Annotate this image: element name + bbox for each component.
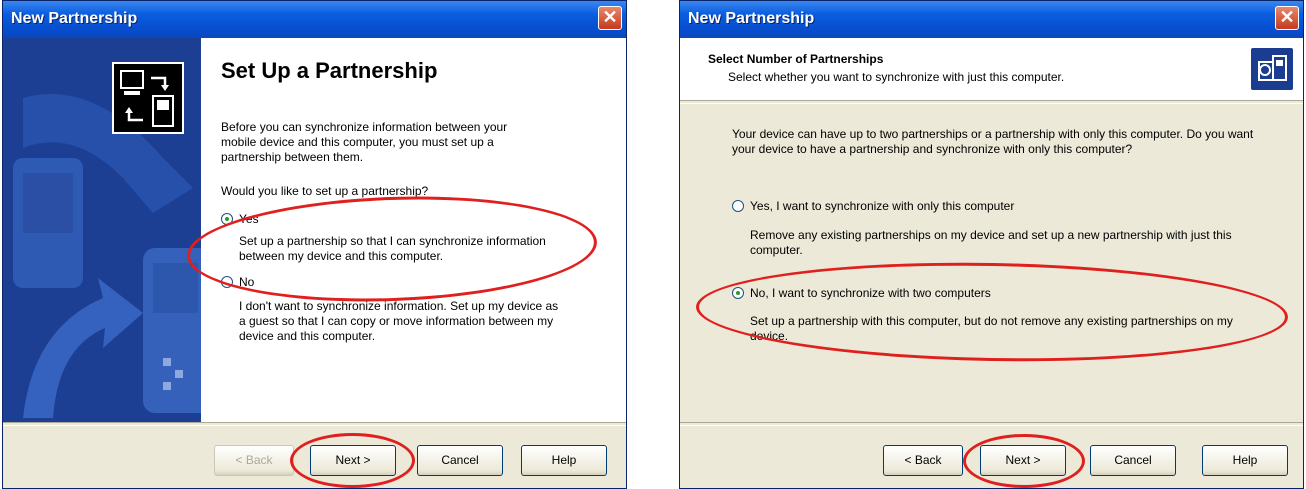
two-computers-radio[interactable] [732,287,744,299]
yes-radio[interactable] [221,213,233,225]
header-separator [680,100,1303,104]
wizard-header: Select Number of Partnerships Select whe… [680,38,1303,100]
new-partnership-dialog-setup: New Partnership ✕ Set Up a Partnership B… [2,0,627,489]
sync-devices-icon [1251,48,1293,90]
header-subtitle: Select whether you want to synchronize w… [728,70,1065,84]
two-computers-label[interactable]: No, I want to synchronize with two compu… [750,286,991,300]
close-button[interactable]: ✕ [598,6,622,30]
next-button[interactable]: Next > [980,445,1066,476]
title-bar: New Partnership ✕ [680,1,1303,38]
cancel-button[interactable]: Cancel [1090,445,1176,476]
help-button[interactable]: Help [1202,445,1288,476]
no-radio[interactable] [221,276,233,288]
cancel-button[interactable]: Cancel [417,445,503,476]
window-title: New Partnership [688,10,815,27]
page-title: Set Up a Partnership [221,58,438,83]
annotation-circle-two-computers-option [695,257,1289,367]
back-button[interactable]: < Back [883,445,963,476]
footer-separator [680,422,1303,426]
no-description: I don't want to synchronize information.… [239,299,559,343]
two-computers-description: Set up a partnership with this computer,… [750,314,1233,343]
close-button[interactable]: ✕ [1275,6,1299,30]
content-panel: Set Up a Partnership Before you can sync… [201,38,626,422]
computer-device-sync-icon [112,62,184,134]
intro-text: Before you can synchronize information b… [221,120,508,164]
only-this-computer-label[interactable]: Yes, I want to synchronize with only thi… [750,199,1014,213]
sync-illustration [3,38,201,422]
yes-description: Set up a partnership so that I can synch… [239,234,546,263]
header-title: Select Number of Partnerships [708,52,884,66]
window-title: New Partnership [11,10,138,27]
title-bar: New Partnership ✕ [3,1,626,38]
question-text: Would you like to set up a partnership? [221,184,429,198]
no-label[interactable]: No [239,275,254,289]
only-this-computer-radio[interactable] [732,200,744,212]
help-button[interactable]: Help [521,445,607,476]
yes-label[interactable]: Yes [239,212,259,226]
intro-text: Your device can have up to two partnersh… [732,127,1254,156]
side-banner [3,38,201,422]
new-partnership-dialog-number: New Partnership ✕ Select Number of Partn… [679,0,1304,489]
only-this-computer-description: Remove any existing partnerships on my d… [750,228,1232,257]
next-button[interactable]: Next > [310,445,396,476]
back-button[interactable]: < Back [214,445,294,476]
footer-separator [3,422,626,426]
